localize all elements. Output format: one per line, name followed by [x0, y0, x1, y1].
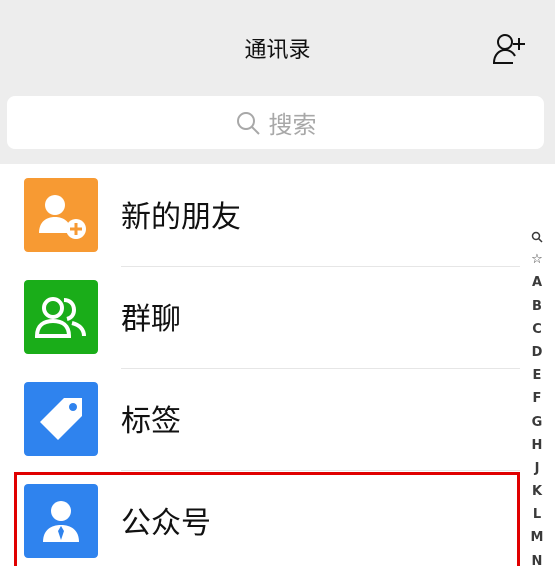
alphabet-index[interactable]: ☆ A B C D E F G H J K L M N	[526, 225, 548, 573]
index-letter[interactable]: L	[526, 503, 548, 526]
search-bar[interactable]: 搜索	[7, 96, 544, 149]
item-label: 群聊	[121, 302, 181, 337]
group-chat-icon-tile	[24, 280, 98, 354]
list-item-tags[interactable]: 标签	[0, 368, 520, 470]
index-letter[interactable]: E	[526, 364, 548, 387]
add-friend-button[interactable]	[491, 30, 527, 66]
list-item-group-chats[interactable]: 群聊	[0, 266, 520, 368]
highlight-box	[14, 472, 520, 566]
new-friend-icon	[39, 195, 86, 239]
index-letter[interactable]: B	[526, 295, 548, 318]
index-letter[interactable]: N	[526, 550, 548, 573]
index-letter[interactable]: H	[526, 434, 548, 457]
item-label: 新的朋友	[121, 200, 241, 235]
item-label: 标签	[121, 404, 181, 439]
index-letter[interactable]: ☆	[526, 248, 548, 271]
search-icon	[531, 231, 543, 243]
search-placeholder: 搜索	[268, 111, 317, 139]
page-title: 通讯录	[244, 38, 311, 63]
index-letter[interactable]: J	[526, 457, 548, 480]
index-letter[interactable]: M	[526, 526, 548, 549]
tag-icon	[40, 398, 82, 440]
new-friend-icon-tile	[24, 178, 98, 252]
index-letter[interactable]: F	[526, 387, 548, 410]
index-letter[interactable]: D	[526, 341, 548, 364]
index-search[interactable]	[526, 225, 548, 248]
index-letter[interactable]: A	[526, 271, 548, 294]
add-friend-icon	[493, 34, 525, 64]
index-letter[interactable]: K	[526, 480, 548, 503]
tag-icon-tile	[24, 382, 98, 456]
index-letter[interactable]: C	[526, 318, 548, 341]
index-letter[interactable]: G	[526, 411, 548, 434]
group-chat-icon	[34, 297, 86, 338]
search-icon	[236, 111, 260, 135]
list-item-new-friends[interactable]: 新的朋友	[0, 164, 520, 266]
